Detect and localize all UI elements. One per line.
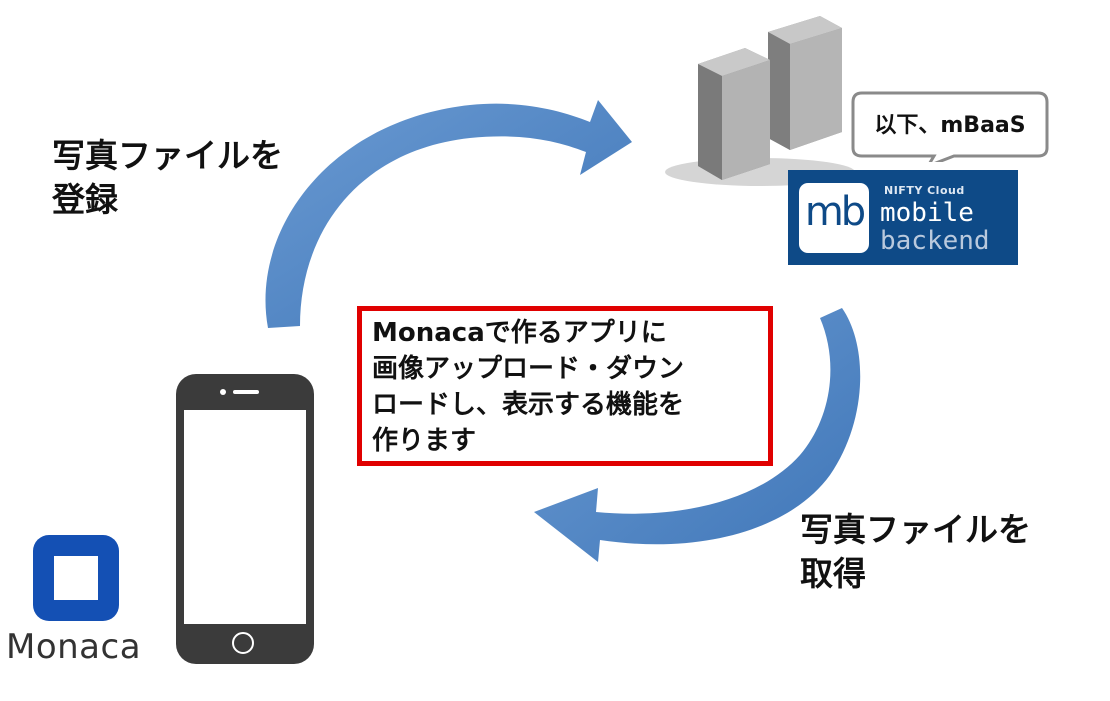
description-line-4: 作ります [372,426,477,456]
description-line-3: ロードし、表示する機能を [372,390,685,420]
description-box: Monacaで作るアプリに 画像アップロード・ダウン ロードし、表示する機能を … [357,306,773,466]
smartphone-icon [176,374,314,664]
mb-mark-text: mb [804,189,866,235]
mb-vendor-text: NIFTY Cloud [884,184,965,197]
phone-home-button [232,632,254,654]
upload-label: 写真ファイルを 登録 [52,136,283,219]
callout-text: 以下、mBaaS [874,113,1026,138]
phone-camera [220,389,226,395]
monaca-wordmark: Monaca [6,627,142,667]
monaca-logo-icon [33,535,119,621]
mb-word-backend: backend [880,226,990,256]
mobile-backend-logo: mb NIFTY Cloud mobile backend [788,170,1018,265]
download-label: 写真ファイルを 取得 [800,510,1031,593]
monaca-logo-square [54,556,98,600]
phone-screen [184,410,306,624]
phone-speaker [233,390,259,394]
mb-word-mobile: mobile [880,198,974,228]
description-line-2: 画像アップロード・ダウン [372,354,685,384]
mb-mark-icon: mb [799,183,869,253]
description-line-1: Monacaで作るアプリに [372,318,667,348]
